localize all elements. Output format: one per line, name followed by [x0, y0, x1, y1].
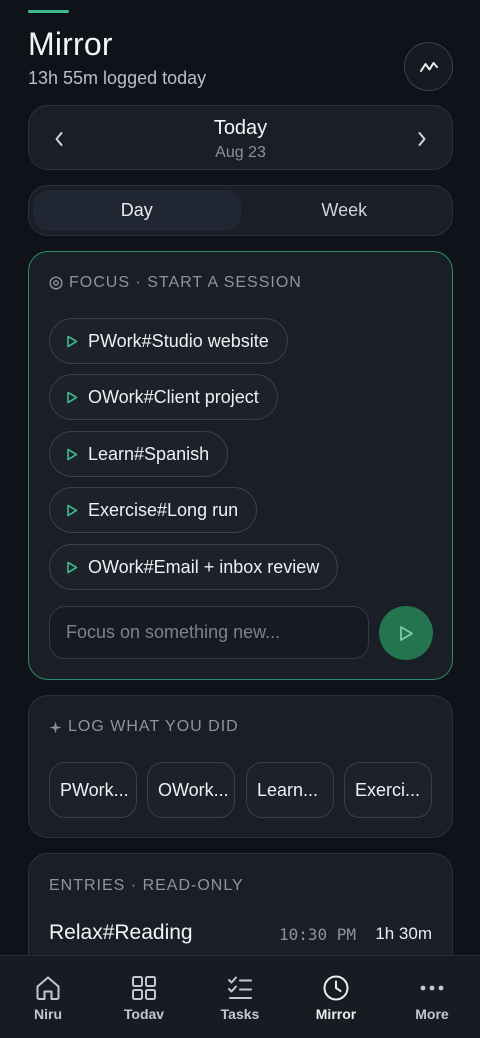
entry-name: Relax#Reading: [49, 921, 193, 944]
focus-session-label: PWork#Studio website: [88, 330, 269, 351]
log-quick-chip[interactable]: PWork...: [49, 762, 137, 818]
log-quick-chip[interactable]: Learn...: [246, 762, 334, 818]
target-icon: [49, 276, 63, 290]
nav-label: Todav: [123, 1006, 165, 1022]
logged-today-text: 13h 55m logged today: [28, 68, 207, 88]
focus-session-chip[interactable]: Learn#Spanish: [49, 431, 229, 477]
nav-item-niru[interactable]: Niru: [0, 956, 96, 1038]
home-icon: [36, 976, 60, 1000]
focus-session-label: OWork#Email + inbox review: [88, 556, 320, 577]
focus-session-chip[interactable]: OWork#Client project: [49, 374, 278, 420]
focus-session-label: OWork#Client project: [88, 386, 259, 407]
play-icon: [67, 504, 78, 516]
tab-week[interactable]: Week: [241, 190, 449, 231]
grid-icon: [132, 976, 156, 1000]
play-icon: [67, 448, 78, 460]
play-icon: [67, 391, 78, 403]
focus-session-chip[interactable]: OWork#Email + inbox review: [49, 544, 339, 590]
nav-item-more[interactable]: More: [384, 956, 480, 1038]
view-toggle: Day Week: [28, 185, 453, 236]
focus-label-text: FOCUS · START A SESSION: [69, 274, 302, 291]
bottom-nav: Niru Todav Tasks Mirror More: [0, 955, 480, 1038]
page-title: Mirror: [28, 26, 113, 62]
focus-session-chip[interactable]: PWork#Studio website: [49, 318, 288, 364]
focus-session-label: Exercise#Long run: [88, 499, 239, 520]
focus-card: FOCUS · START A SESSION PWork#Studio web…: [28, 251, 453, 680]
trend-button[interactable]: [404, 42, 453, 91]
nav-item-mirror[interactable]: Mirror: [288, 956, 384, 1038]
log-quick-chip[interactable]: OWork...: [147, 762, 235, 818]
next-day-button[interactable]: [392, 106, 452, 171]
log-quick-chip[interactable]: Exerci...: [344, 762, 432, 818]
entry-duration: 1h 30m: [375, 924, 432, 943]
nav-item-tasks[interactable]: Tasks: [192, 956, 288, 1038]
nav-label: More: [415, 1006, 449, 1022]
log-card: LOG WHAT YOU DID PWork... OWork... Learn…: [28, 695, 453, 838]
clock-icon: [323, 975, 349, 1001]
nav-label: Mirror: [315, 1006, 357, 1022]
chevron-right-icon: [418, 131, 426, 146]
sparkle-icon: [49, 720, 62, 734]
checklist-icon: [228, 976, 252, 999]
tab-day[interactable]: Day: [33, 190, 241, 231]
play-icon: [400, 625, 413, 641]
more-icon: [420, 985, 444, 991]
focus-session-chip[interactable]: Exercise#Long run: [49, 487, 258, 533]
focus-session-label: Learn#Spanish: [88, 443, 210, 464]
play-icon: [67, 335, 78, 347]
date-subtitle: Aug 23: [215, 144, 266, 161]
focus-section-label: FOCUS · START A SESSION: [49, 274, 302, 292]
entry-time: 10:30 PM: [279, 925, 357, 944]
start-focus-button[interactable]: [379, 606, 433, 660]
log-label-text: LOG WHAT YOU DID: [68, 718, 239, 735]
play-icon: [67, 561, 78, 573]
focus-input[interactable]: [49, 606, 369, 659]
log-section-label: LOG WHAT YOU DID: [49, 718, 239, 736]
mirror-screen: Mirror 13h 55m logged today Today Aug 23…: [0, 0, 480, 1038]
top-accent-bar: [28, 10, 69, 13]
date-title: Today: [213, 117, 268, 139]
nav-item-todav[interactable]: Todav: [96, 956, 192, 1038]
nav-label: Tasks: [220, 1006, 260, 1022]
date-navigator: Today Aug 23: [28, 105, 453, 170]
entries-section-label: ENTRIES · READ-ONLY: [49, 877, 244, 894]
trend-line-icon: [419, 61, 438, 72]
nav-label: Niru: [34, 1006, 62, 1022]
